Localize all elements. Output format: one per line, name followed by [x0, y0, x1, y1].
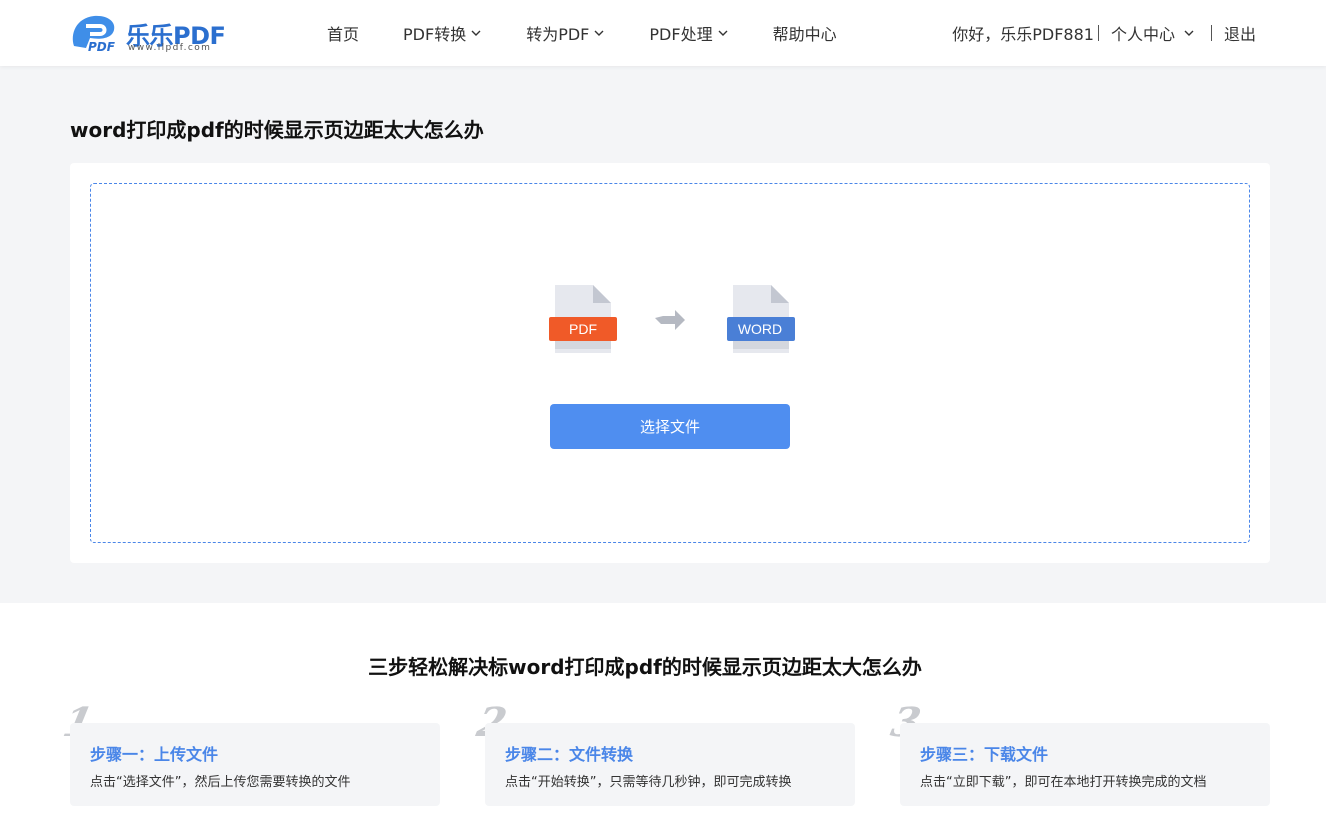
step-card: 步骤一：上传文件 点击“选择文件”，然后上传您需要转换的文件 [70, 723, 440, 806]
nav-pdf-convert-label: PDF转换 [403, 25, 467, 44]
nav-to-pdf[interactable]: 转为PDF [526, 21, 605, 45]
logo-url: www.llpdf.com [128, 43, 212, 53]
logout-link[interactable]: 退出 [1224, 21, 1256, 45]
nav-home-label: 首页 [327, 25, 360, 44]
user-center-menu[interactable]: 个人中心 [1111, 21, 1195, 45]
main-nav: 首页 PDF转换 转为PDF PDF处理 帮助中心 [310, 0, 837, 66]
nav-pdf-convert[interactable]: PDF转换 [403, 21, 482, 45]
pdf-file-icon: PDF [549, 285, 617, 353]
steps-section: 三步轻松解决标word打印成pdf的时候显示页边距太大怎么办 1 步骤一：上传文… [0, 603, 1326, 833]
file-dropzone[interactable]: PDF WORD 选择文件 [90, 183, 1250, 543]
step-description: 点击“选择文件”，然后上传您需要转换的文件 [90, 775, 351, 790]
nav-help-label: 帮助中心 [772, 25, 837, 44]
divider [1097, 25, 1099, 41]
page-title: word打印成pdf的时候显示页边距太大怎么办 [70, 118, 484, 142]
step-heading: 步骤二：文件转换 [505, 745, 634, 764]
step-heading: 步骤一：上传文件 [90, 745, 219, 764]
nav-help[interactable]: 帮助中心 [773, 21, 837, 45]
logo-icon: PDF [72, 15, 116, 52]
chevron-down-icon [1184, 30, 1194, 36]
nav-pdf-process[interactable]: PDF处理 [649, 21, 728, 45]
step-card: 步骤二：文件转换 点击“开始转换”，只需等待几秒钟，即可完成转换 [485, 723, 855, 806]
upload-card: PDF WORD 选择文件 [70, 163, 1270, 563]
step-description: 点击“立即下载”，即可在本地打开转换完成的文档 [920, 775, 1207, 790]
arrow-right-icon [655, 310, 685, 330]
site-logo[interactable]: PDF 乐乐PDF www.llpdf.com [68, 12, 233, 54]
word-icon-label: WORD [738, 321, 782, 337]
step-heading: 步骤三：下载文件 [920, 745, 1049, 764]
word-file-icon: WORD [727, 285, 795, 353]
step-description: 点击“开始转换”，只需等待几秒钟，即可完成转换 [505, 775, 792, 790]
pdf-icon-label: PDF [569, 321, 597, 337]
user-greeting: 你好，乐乐PDF881 [952, 25, 1094, 44]
chevron-down-icon [718, 30, 728, 36]
user-area: 你好，乐乐PDF881 个人中心 退出 [952, 0, 1256, 66]
chevron-down-icon [471, 30, 481, 36]
chevron-down-icon [594, 30, 604, 36]
nav-pdf-process-label: PDF处理 [649, 25, 713, 44]
user-center-label: 个人中心 [1110, 25, 1175, 44]
select-file-button[interactable]: 选择文件 [550, 404, 790, 449]
site-header: PDF 乐乐PDF www.llpdf.com 首页 PDF转换 转为PDF P… [0, 0, 1326, 66]
svg-text:PDF: PDF [88, 40, 116, 52]
nav-to-pdf-label: 转为PDF [526, 25, 590, 44]
divider [1210, 25, 1212, 41]
step-card: 步骤三：下载文件 点击“立即下载”，即可在本地打开转换完成的文档 [900, 723, 1270, 806]
steps-title: 三步轻松解决标word打印成pdf的时候显示页边距太大怎么办 [368, 655, 922, 679]
nav-home[interactable]: 首页 [327, 21, 359, 45]
